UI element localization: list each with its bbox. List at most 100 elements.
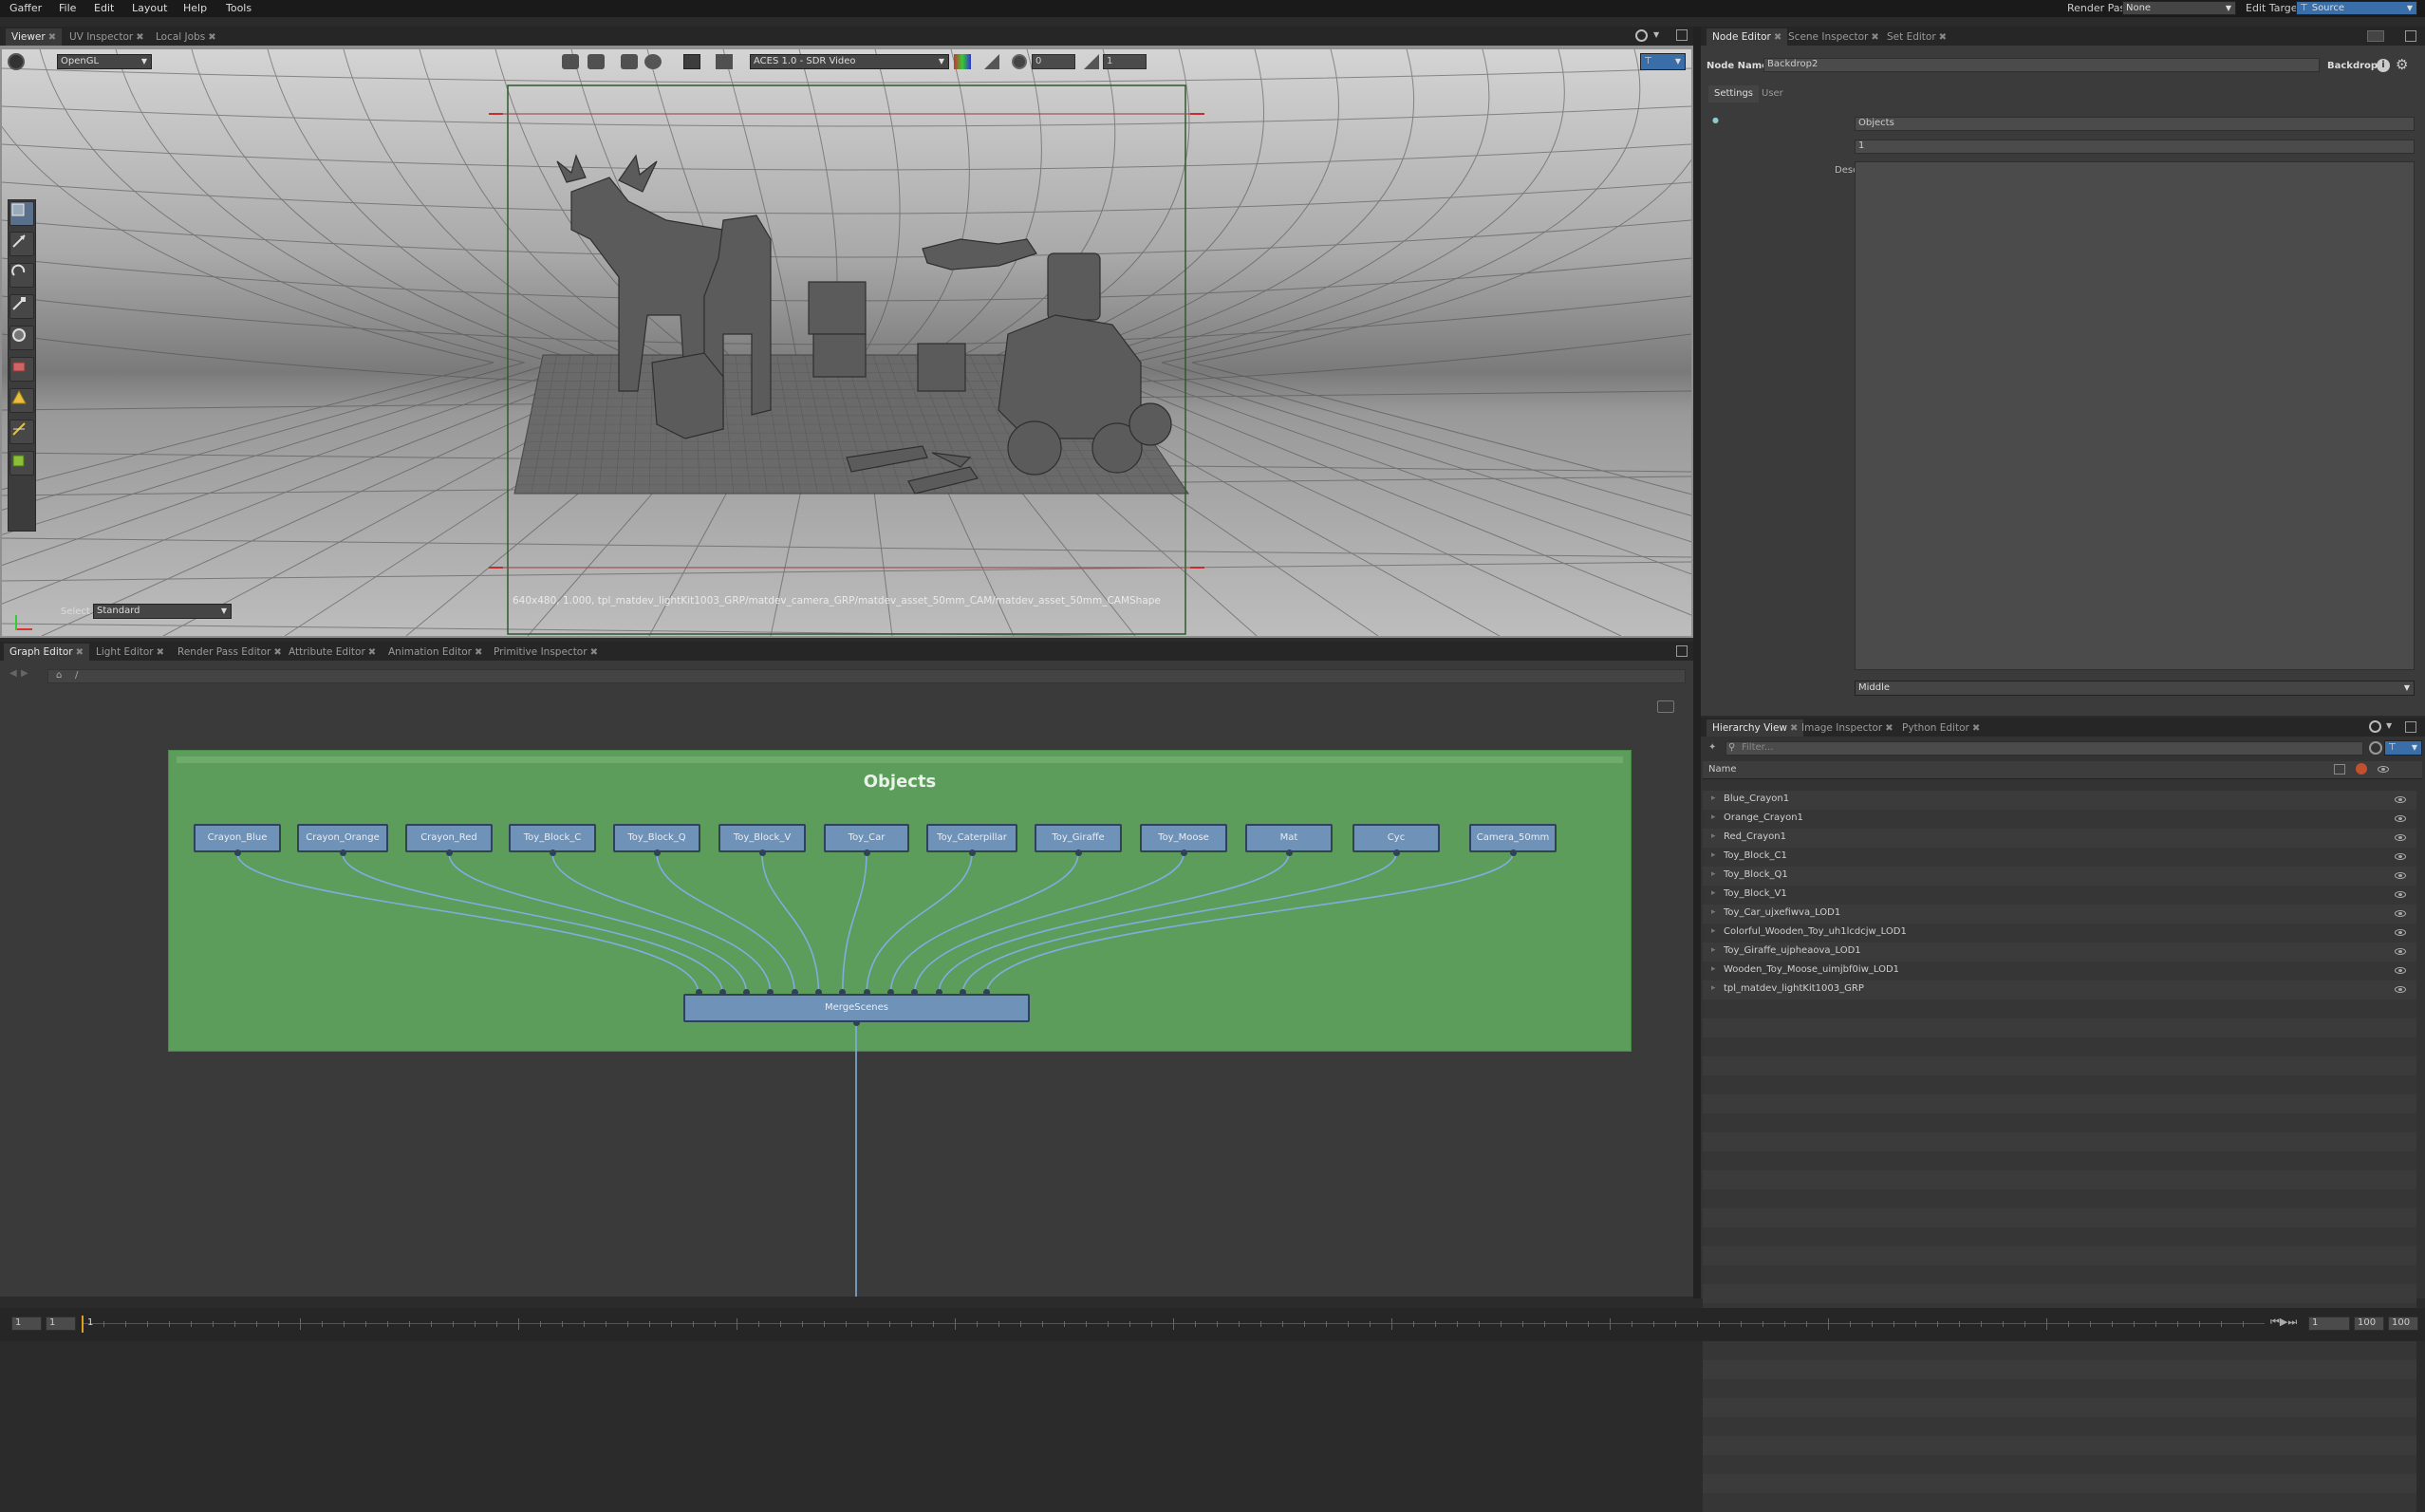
hierarchy-row[interactable]: ▸ Toy_Block_Q1	[1703, 867, 2416, 886]
visibility-eye-icon[interactable]	[2395, 967, 2406, 974]
start-frame-outer[interactable]: 1	[11, 1316, 42, 1331]
path-field[interactable]: ⌂ /	[47, 669, 1686, 683]
close-icon[interactable]: ✖	[1939, 32, 1947, 43]
image-icon[interactable]	[716, 54, 733, 69]
splitter[interactable]	[1693, 27, 1701, 1298]
tab-uv-inspector[interactable]: UV Inspector ✖	[69, 28, 144, 46]
target-icon[interactable]	[2369, 720, 2381, 733]
end-frame-outer[interactable]: 100	[2388, 1316, 2418, 1331]
output-plug[interactable]	[863, 849, 870, 856]
tab-render-pass-editor[interactable]: Render Pass Editor ✖	[177, 644, 282, 661]
hierarchy-row[interactable]: ▸ Orange_Crayon1	[1703, 810, 2416, 829]
frame-slider[interactable]: 1	[82, 1314, 2265, 1335]
graph-node[interactable]: Toy_Giraffe	[1035, 824, 1122, 852]
tab-set-editor[interactable]: Set Editor ✖	[1887, 28, 1947, 46]
end-frame-inner[interactable]: 100	[2354, 1316, 2384, 1331]
graph-editor[interactable]: Objects Crayon_Blue Crayon_Orange Crayon_R…	[0, 689, 1693, 1297]
graph-node[interactable]: Toy_Moose	[1140, 824, 1227, 852]
close-icon[interactable]: ✖	[208, 32, 215, 43]
hierarchy-row[interactable]: ▸ Blue_Crayon1	[1703, 791, 2416, 810]
visibility-eye-icon[interactable]	[2395, 929, 2406, 936]
output-plug[interactable]	[549, 849, 556, 856]
tab-light-editor[interactable]: Light Editor ✖	[96, 644, 164, 661]
expand-arrow-icon[interactable]: ▸	[1711, 812, 1716, 822]
panel-layout-icon[interactable]	[1676, 29, 1688, 41]
output-plug[interactable]	[653, 849, 661, 856]
title-field[interactable]: Objects	[1855, 117, 2415, 131]
close-icon[interactable]: ✖	[76, 647, 84, 658]
visibility-eye-icon[interactable]	[2395, 910, 2406, 917]
close-icon[interactable]: ✖	[475, 647, 482, 658]
expand-arrow-icon[interactable]: ▸	[1711, 888, 1716, 898]
record-icon[interactable]	[8, 53, 25, 70]
scale-tool-button[interactable]	[9, 294, 34, 319]
tab-scene-inspector[interactable]: Scene Inspector ✖	[1788, 28, 1879, 46]
tab-graph-editor[interactable]: Graph Editor ✖	[4, 644, 90, 661]
gear-icon[interactable]: ⚙	[2396, 56, 2408, 73]
gamma-icon[interactable]	[1084, 54, 1099, 69]
rotate-tool-button[interactable]	[9, 263, 34, 288]
close-icon[interactable]: ✖	[1885, 723, 1893, 734]
expand-arrow-icon[interactable]: ▸	[1711, 907, 1716, 917]
wireframe-icon[interactable]	[588, 54, 605, 69]
graph-node[interactable]: Mat	[1245, 824, 1333, 852]
tab-attribute-editor[interactable]: Attribute Editor ✖	[289, 644, 376, 661]
expand-arrow-icon[interactable]: ▸	[1711, 793, 1716, 803]
visibility-header-icon[interactable]	[2378, 766, 2389, 773]
visibility-eye-icon[interactable]	[2395, 891, 2406, 898]
visibility-eye-icon[interactable]	[2395, 796, 2406, 803]
expand-arrow-icon[interactable]: ▸	[1711, 964, 1716, 974]
menu-icon[interactable]	[2367, 30, 2384, 42]
translate-tool-button[interactable]	[9, 232, 34, 256]
close-icon[interactable]: ✖	[590, 647, 598, 658]
output-plug[interactable]	[233, 849, 241, 856]
tab-local-jobs[interactable]: Local Jobs ✖	[156, 28, 216, 46]
tab-user[interactable]: User	[1762, 85, 1783, 103]
select-mode-dropdown[interactable]: Standard ▼	[93, 604, 232, 619]
tab-hierarchy-view[interactable]: Hierarchy View ✖	[1707, 719, 1804, 737]
menu-gaffer[interactable]: Gaffer	[9, 0, 42, 17]
close-icon[interactable]: ✖	[368, 647, 376, 658]
clipping-icon[interactable]	[984, 54, 999, 69]
visibility-eye-icon[interactable]	[2395, 948, 2406, 955]
expand-all-icon[interactable]: ✦	[1708, 742, 1716, 753]
color-transform-dropdown[interactable]: ACES 1.0 - SDR Video ▼	[750, 54, 949, 69]
renderer-dropdown[interactable]: OpenGL ▼	[57, 54, 152, 69]
visibility-eye-icon[interactable]	[2395, 815, 2406, 822]
graph-node[interactable]: Crayon_Red	[405, 824, 493, 852]
node-name-field[interactable]: Backdrop2	[1763, 58, 2320, 72]
graph-node[interactable]: Toy_Block_V	[718, 824, 806, 852]
output-plug[interactable]	[1392, 849, 1400, 856]
edit-target-dropdown[interactable]: ⊤ Source ▼	[2296, 1, 2417, 15]
gamma-field[interactable]: 1	[1103, 54, 1147, 69]
visibility-eye-icon[interactable]	[2395, 872, 2406, 879]
tab-python-editor[interactable]: Python Editor ✖	[1902, 719, 1980, 737]
viewport[interactable]: OpenGL ▼ ACES 1.0 - SDR Video ▼ 0 1 ⊤ ▼ 640…	[2, 49, 1691, 636]
target-icon[interactable]	[1635, 29, 1648, 42]
light-tool-button[interactable]	[9, 388, 34, 413]
depth-dropdown[interactable]: Middle ▼	[1855, 681, 2415, 696]
menu-layout[interactable]: Layout	[132, 0, 167, 17]
output-plug[interactable]	[339, 849, 346, 856]
selection-tool-button[interactable]	[9, 201, 34, 226]
camera-tool-button[interactable]	[9, 326, 34, 350]
expand-arrow-icon[interactable]: ▸	[1711, 945, 1716, 955]
graph-node[interactable]: Camera_50mm	[1469, 824, 1557, 852]
tab-settings[interactable]: Settings	[1708, 85, 1760, 103]
expand-arrow-icon[interactable]: ▸	[1711, 926, 1716, 936]
chevron-down-icon[interactable]: ▼	[1653, 30, 1659, 39]
menu-help[interactable]: Help	[183, 0, 207, 17]
menu-file[interactable]: File	[59, 0, 76, 17]
exposure-field[interactable]: 0	[1032, 54, 1075, 69]
forward-arrow-icon[interactable]: ▶	[21, 668, 28, 679]
chevron-down-icon[interactable]: ▼	[2386, 721, 2392, 730]
output-plug[interactable]	[758, 849, 766, 856]
current-frame-field[interactable]: 1	[2308, 1316, 2350, 1331]
graph-node[interactable]: Toy_Car	[824, 824, 909, 852]
info-icon[interactable]: i	[2377, 59, 2390, 72]
menu-tools[interactable]: Tools	[226, 0, 252, 17]
expand-arrow-icon[interactable]: ▸	[1711, 850, 1716, 860]
tab-animation-editor[interactable]: Animation Editor ✖	[388, 644, 482, 661]
visibility-eye-icon[interactable]	[2395, 986, 2406, 993]
graph-node[interactable]: Toy_Block_Q	[613, 824, 700, 852]
